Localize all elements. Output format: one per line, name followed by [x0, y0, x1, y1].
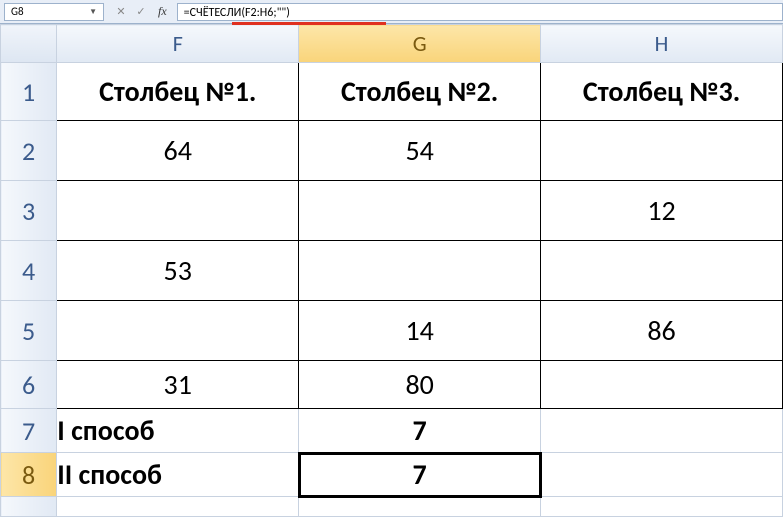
cell-H2[interactable] — [541, 121, 783, 181]
column-header-G[interactable]: G — [299, 25, 541, 63]
table-row: 3 12 — [1, 181, 783, 241]
cell-H1[interactable]: Столбец №3. — [541, 63, 783, 121]
cell-H9[interactable] — [541, 497, 783, 517]
cell-F7[interactable]: I способ — [57, 409, 299, 453]
cell-F5[interactable] — [57, 301, 299, 361]
column-header-F[interactable]: F — [57, 25, 299, 63]
cell-G8[interactable]: 7 — [299, 453, 541, 497]
annotation-underline — [232, 22, 386, 25]
cell-F2[interactable]: 64 — [57, 121, 299, 181]
cell-H6[interactable] — [541, 361, 783, 409]
cell-G6[interactable]: 80 — [299, 361, 541, 409]
table-row: 5 14 86 — [1, 301, 783, 361]
row-header-1[interactable]: 1 — [1, 63, 57, 121]
fx-icon[interactable]: fx — [154, 4, 171, 19]
cell-H4[interactable] — [541, 241, 783, 301]
cell-reference: G8 — [11, 5, 24, 18]
cell-G2[interactable]: 54 — [299, 121, 541, 181]
table-row: 6 31 80 — [1, 361, 783, 409]
cell-F9[interactable] — [57, 497, 299, 517]
row-header-7[interactable]: 7 — [1, 409, 57, 453]
row-header-4[interactable]: 4 — [1, 241, 57, 301]
spreadsheet-grid[interactable]: F G H 1 Столбец №1. Столбец №2. Столбец … — [0, 24, 783, 517]
cell-G7[interactable]: 7 — [299, 409, 541, 453]
cell-H5[interactable]: 86 — [541, 301, 783, 361]
row-header-2[interactable]: 2 — [1, 121, 57, 181]
cell-G9[interactable] — [299, 497, 541, 517]
row-header-8[interactable]: 8 — [1, 453, 57, 497]
name-box[interactable]: G8 ▼ — [4, 3, 104, 21]
select-all-corner[interactable] — [1, 25, 57, 63]
table-row — [1, 497, 783, 517]
cell-F6[interactable]: 31 — [57, 361, 299, 409]
formula-buttons: ✕ ✓ fx — [108, 4, 177, 19]
table-row: 8 II способ 7 — [1, 453, 783, 497]
row-header-5[interactable]: 5 — [1, 301, 57, 361]
formula-input[interactable]: =СЧЁТЕСЛИ(F2:H6;"") — [177, 3, 783, 21]
cell-F8[interactable]: II способ — [57, 453, 299, 497]
formula-bar: G8 ▼ ✕ ✓ fx =СЧЁТЕСЛИ(F2:H6;"") — [0, 0, 783, 24]
chevron-down-icon[interactable]: ▼ — [89, 7, 97, 17]
cell-G5[interactable]: 14 — [299, 301, 541, 361]
confirm-icon[interactable]: ✓ — [134, 5, 148, 19]
row-header-6[interactable]: 6 — [1, 361, 57, 409]
row-header-9[interactable] — [1, 497, 57, 517]
cell-F1[interactable]: Столбец №1. — [57, 63, 299, 121]
table-row: 1 Столбец №1. Столбец №2. Столбец №3. — [1, 63, 783, 121]
table-row: 7 I способ 7 — [1, 409, 783, 453]
cell-F3[interactable] — [57, 181, 299, 241]
table-row: 2 64 54 — [1, 121, 783, 181]
cell-G1[interactable]: Столбец №2. — [299, 63, 541, 121]
cancel-icon[interactable]: ✕ — [114, 5, 128, 19]
column-header-H[interactable]: H — [541, 25, 783, 63]
row-header-3[interactable]: 3 — [1, 181, 57, 241]
cell-H8[interactable] — [541, 453, 783, 497]
cell-G4[interactable] — [299, 241, 541, 301]
cell-G3[interactable] — [299, 181, 541, 241]
table-row: 4 53 — [1, 241, 783, 301]
column-header-row: F G H — [1, 25, 783, 63]
cell-H7[interactable] — [541, 409, 783, 453]
cell-F4[interactable]: 53 — [57, 241, 299, 301]
cell-H3[interactable]: 12 — [541, 181, 783, 241]
